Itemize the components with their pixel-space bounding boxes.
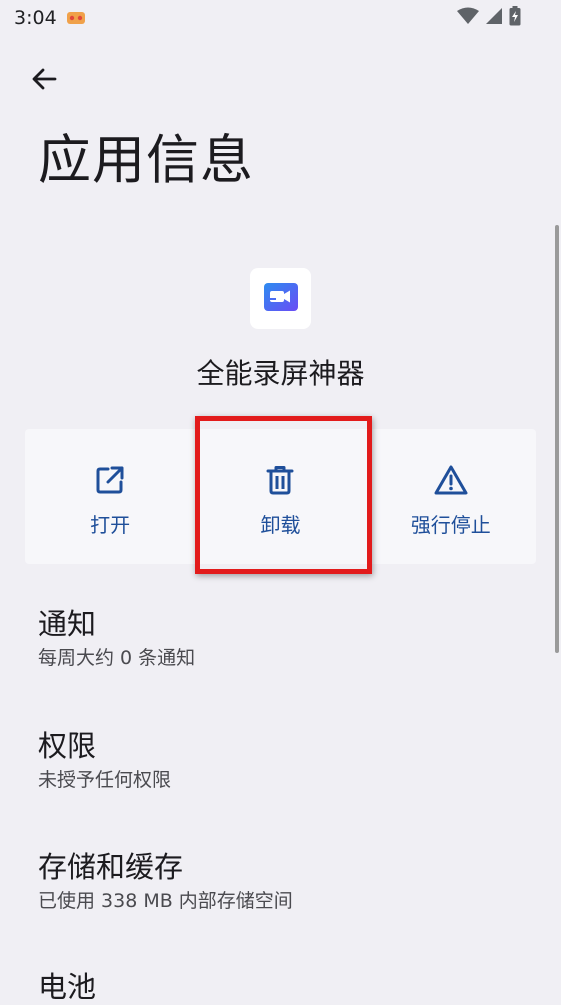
open-button[interactable]: 打开 xyxy=(25,429,195,564)
open-button-label: 打开 xyxy=(90,513,131,537)
force-stop-button-label: 强行停止 xyxy=(410,513,491,537)
setting-title: 通知 xyxy=(38,607,97,641)
back-button[interactable] xyxy=(25,62,63,100)
warning-icon xyxy=(434,463,468,497)
video-camera-icon xyxy=(263,281,299,317)
cellular-signal-icon xyxy=(485,7,503,29)
notifications-setting[interactable]: 通知 每周大约 0 条通知 xyxy=(38,606,541,672)
status-bar: 3:04 xyxy=(0,0,561,36)
battery-setting[interactable]: 电池 xyxy=(38,969,541,1005)
scrollbar[interactable] xyxy=(555,225,559,653)
force-stop-button[interactable]: 强行停止 xyxy=(366,429,536,564)
setting-summary: 每周大约 0 条通知 xyxy=(38,647,196,669)
wifi-icon xyxy=(457,7,479,29)
setting-title: 电池 xyxy=(38,970,97,1004)
game-notification-icon xyxy=(66,10,86,26)
battery-charging-icon xyxy=(509,6,521,30)
app-name: 全能录屏神器 xyxy=(196,357,365,390)
setting-title: 存储和缓存 xyxy=(38,850,184,884)
status-time: 3:04 xyxy=(14,7,57,29)
permissions-setting[interactable]: 权限 未授予任何权限 xyxy=(38,728,541,794)
app-icon xyxy=(250,268,311,329)
page-title: 应用信息 xyxy=(38,130,254,191)
arrow-left-icon xyxy=(30,65,58,97)
setting-title: 权限 xyxy=(38,729,97,763)
setting-summary: 已使用 338 MB 内部存储空间 xyxy=(38,890,293,912)
setting-summary: 未授予任何权限 xyxy=(38,769,172,791)
open-external-icon xyxy=(93,463,127,497)
highlight-box xyxy=(195,416,372,574)
storage-cache-setting[interactable]: 存储和缓存 已使用 338 MB 内部存储空间 xyxy=(38,849,541,915)
